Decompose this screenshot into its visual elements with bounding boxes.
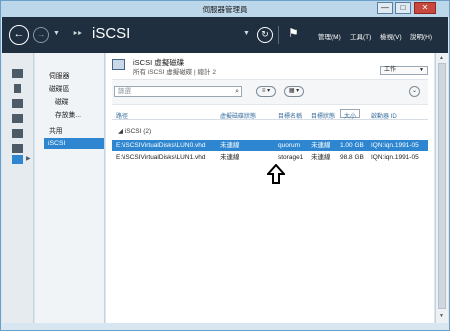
filter-placeholder: 篩選 — [118, 88, 131, 95]
tree-item-volumes[interactable]: 磁碟區 — [49, 83, 69, 93]
column-initiator-id[interactable]: 啟動器 ID — [371, 111, 397, 120]
breadcrumb-separator-icon: ‣‣ — [72, 28, 83, 40]
filter-input[interactable]: 篩選 ⌕ — [114, 86, 242, 97]
scroll-down-icon[interactable]: ▼ — [439, 313, 444, 319]
search-icon[interactable]: ⌕ — [235, 87, 239, 96]
menu-help[interactable]: 說明(H) — [410, 31, 432, 41]
section-subtitle: 所有 iSCSI 虛擬磁碟 | 總計 2 — [133, 69, 216, 76]
breadcrumb-dropdown-icon[interactable]: ▼ — [243, 30, 250, 37]
tree-item-storage-pools[interactable]: 存放集... — [55, 109, 81, 119]
iscsi-content-panel: iSCSI 虛擬磁碟 所有 iSCSI 虛擬磁碟 | 總計 2 工作 ▼ 篩選 … — [106, 53, 434, 323]
tree-item-disks[interactable]: 磁碟 — [55, 96, 69, 106]
column-path[interactable]: 路徑 — [116, 111, 128, 120]
title-bar: 伺服器管理員 — □ ✕ — [1, 1, 449, 17]
nav-icon-rail: ▶ — [2, 53, 34, 323]
cell-size: 1.00 GB — [340, 142, 364, 149]
forward-button[interactable]: → — [33, 27, 49, 43]
chevron-down-icon: ▼ — [419, 67, 424, 73]
up-arrow-annotation-icon — [267, 164, 285, 184]
refresh-icon: ↻ — [261, 29, 269, 39]
cell-target-name: storage1 — [278, 154, 304, 161]
grouping-options-button[interactable]: ▦ ▾ — [284, 86, 304, 97]
history-dropdown-icon[interactable]: ▼ — [53, 30, 60, 37]
rail-expand-icon[interactable]: ▶ — [26, 155, 31, 162]
dashboard-icon[interactable] — [12, 69, 23, 78]
tasks-dropdown[interactable]: 工作 ▼ — [380, 66, 428, 75]
minimize-button[interactable]: — — [377, 2, 393, 14]
maximize-button[interactable]: □ — [395, 2, 411, 14]
notifications-flag-icon[interactable]: ⚑ — [288, 26, 299, 40]
table-header: 路徑 虛擬磁碟狀態 目標名稱 目標狀態 大小 啟動器 ID — [112, 108, 428, 120]
cell-path: E:\iSCSIVirtualDisks\LUN0.vhd — [116, 142, 206, 149]
file-services-icon[interactable] — [12, 114, 23, 123]
cell-target-status: 未連線 — [311, 154, 331, 161]
cell-disk-status: 未連線 — [220, 154, 240, 161]
column-disk-status[interactable]: 虛擬磁碟狀態 — [220, 111, 256, 120]
group-header-iscsi[interactable]: ◢ iSCSI (2) — [118, 127, 151, 135]
breadcrumb-current: iSCSI — [92, 25, 131, 42]
menu-view[interactable]: 檢視(V) — [380, 31, 402, 41]
tree-item-iscsi[interactable]: iSCSI — [44, 138, 104, 149]
list-options-icon: ≡ ▾ — [261, 88, 271, 94]
group-label: iSCSI (2) — [124, 128, 152, 135]
column-target-status[interactable]: 目標狀態 — [311, 111, 335, 120]
tasks-label: 工作 — [384, 67, 397, 73]
cell-initiator-id: IQN:iqn.1991-05 — [371, 154, 419, 161]
chevron-down-icon: ⌄ — [411, 88, 418, 94]
cell-disk-status: 未連線 — [220, 142, 240, 149]
storage-icon[interactable] — [12, 144, 23, 153]
forward-arrow-icon: → — [36, 29, 46, 39]
filter-toolbar: 篩選 ⌕ ≡ ▾ ▦ ▾ ⌄ — [112, 79, 428, 105]
column-target-name[interactable]: 目標名稱 — [278, 111, 302, 120]
all-servers-icon[interactable] — [12, 99, 23, 108]
close-button[interactable]: ✕ — [414, 2, 436, 14]
table-row[interactable]: E:\iSCSIVirtualDisks\LUN0.vhd 未連線 quorum… — [112, 140, 428, 151]
tree-item-servers[interactable]: 伺服器 — [49, 70, 69, 80]
virtual-disk-icon — [112, 59, 125, 70]
list-view-options-button[interactable]: ≡ ▾ — [256, 86, 276, 97]
server-manager-window: 伺服器管理員 — □ ✕ ← → ▼ ‣‣ iSCSI ▼ ↻ ⚑ 管理(M) … — [0, 0, 450, 331]
vertical-scrollbar[interactable]: ▲ ▼ — [435, 53, 448, 323]
scroll-up-icon[interactable]: ▲ — [439, 55, 444, 61]
menu-tools[interactable]: 工具(T) — [350, 31, 371, 41]
cell-size: 98.8 GB — [340, 154, 364, 161]
local-server-icon[interactable] — [14, 84, 21, 93]
collapse-triangle-icon: ◢ — [118, 128, 125, 135]
iis-icon[interactable] — [12, 129, 23, 138]
refresh-button[interactable]: ↻ — [257, 27, 273, 43]
cell-initiator-id: IQN:iqn.1991-05 — [371, 142, 419, 149]
column-size[interactable]: 大小 — [340, 109, 361, 120]
table-row[interactable]: E:\iSCSIVirtualDisks\LUN1.vhd 未連線 storag… — [112, 152, 428, 163]
menu-manage[interactable]: 管理(M) — [318, 31, 341, 41]
window-bottom-border — [2, 323, 448, 330]
expand-collapse-button[interactable]: ⌄ — [409, 86, 420, 97]
back-button[interactable]: ← — [9, 25, 29, 45]
tree-item-shares[interactable]: 共用 — [49, 125, 63, 135]
cell-target-status: 未連線 — [311, 142, 331, 149]
grid-options-icon: ▦ ▾ — [288, 88, 300, 94]
cell-path: E:\iSCSIVirtualDisks\LUN1.vhd — [116, 154, 206, 161]
toolbar-divider — [278, 26, 279, 44]
file-services-tree: 伺服器 磁碟區 磁碟 存放集... 共用 iSCSI — [35, 53, 105, 323]
back-arrow-icon: ← — [13, 28, 25, 40]
cell-target-name: quorum — [278, 142, 301, 149]
navigation-bar: ← → ▼ ‣‣ iSCSI ▼ ↻ ⚑ 管理(M) 工具(T) 檢視(V) 說… — [2, 17, 448, 53]
scrollbar-thumb[interactable] — [438, 63, 446, 309]
iscsi-rail-icon[interactable] — [12, 155, 23, 164]
